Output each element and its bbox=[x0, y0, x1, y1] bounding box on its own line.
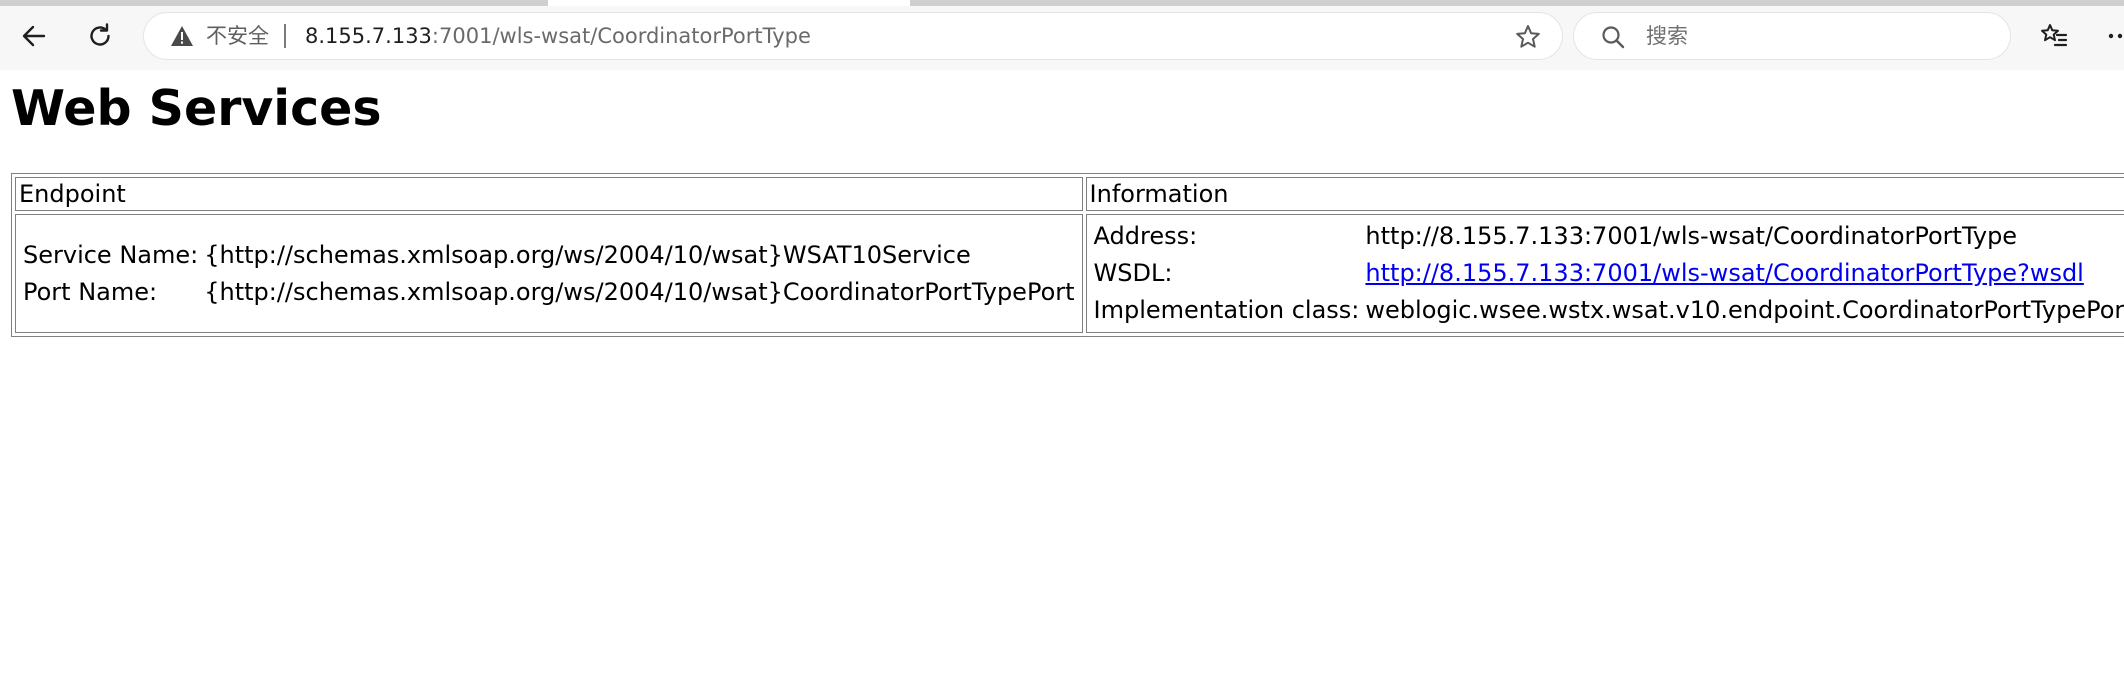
browser-toolbar: 不安全 8.155.7.133:7001/wls-wsat/Coordinato… bbox=[0, 0, 2124, 70]
address-value: http://8.155.7.133:7001/wls-wsat/Coordin… bbox=[1365, 222, 2018, 250]
port-name-value: {http://schemas.xmlsoap.org/ws/2004/10/w… bbox=[204, 277, 1075, 306]
url-path: :7001/wls-wsat/CoordinatorPortType bbox=[431, 24, 811, 48]
implementation-value: weblogic.wsee.wstx.wsat.v10.endpoint.Coo… bbox=[1365, 296, 2124, 324]
search-box[interactable]: 搜索 bbox=[1574, 13, 2010, 59]
header-information: Information bbox=[1085, 177, 2124, 211]
implementation-label: Implementation class: bbox=[1093, 296, 1360, 324]
tab-edge[interactable] bbox=[910, 0, 2124, 6]
url-host: 8.155.7.133 bbox=[305, 24, 432, 48]
wsdl-cell: http://8.155.7.133:7001/wls-wsat/Coordin… bbox=[1363, 256, 2124, 291]
wsdl-label: WSDL: bbox=[1093, 259, 1173, 287]
page-title: Web Services bbox=[11, 80, 382, 137]
more-icon bbox=[2108, 33, 2123, 39]
page-content: Web Services Endpoint Information Servic… bbox=[0, 70, 2124, 681]
star-icon[interactable] bbox=[1514, 23, 1542, 51]
search-input[interactable]: 搜索 bbox=[1646, 22, 1688, 50]
information-cell: Address: http://8.155.7.133:7001/wls-wsa… bbox=[1085, 214, 2124, 333]
implementation-row: Implementation class: weblogic.wsee.wstx… bbox=[1092, 293, 2124, 328]
security-label[interactable]: 不安全 bbox=[206, 22, 269, 50]
service-name-row: Service Name: {http://schemas.xmlsoap.or… bbox=[21, 238, 1077, 273]
url-text[interactable]: 8.155.7.133:7001/wls-wsat/CoordinatorPor… bbox=[305, 22, 811, 50]
endpoint-cell: Service Name: {http://schemas.xmlsoap.or… bbox=[15, 214, 1083, 333]
table-row: Service Name: {http://schemas.xmlsoap.or… bbox=[15, 214, 2124, 333]
back-button[interactable] bbox=[12, 14, 56, 58]
port-name-label: Port Name: bbox=[23, 277, 158, 306]
back-arrow-icon bbox=[22, 25, 46, 47]
favorites-icon bbox=[2041, 24, 2068, 47]
refresh-icon bbox=[90, 23, 110, 46]
information-details: Address: http://8.155.7.133:7001/wls-wsa… bbox=[1090, 217, 2124, 330]
wsdl-row: WSDL: http://8.155.7.133:7001/wls-wsat/C… bbox=[1092, 256, 2124, 291]
address-label: Address: bbox=[1093, 222, 1198, 250]
header-endpoint: Endpoint bbox=[15, 177, 1083, 211]
more-button[interactable] bbox=[2098, 14, 2124, 58]
search-icon bbox=[1602, 26, 1625, 49]
address-bar[interactable]: 不安全 8.155.7.133:7001/wls-wsat/Coordinato… bbox=[144, 13, 1562, 59]
favorites-button[interactable] bbox=[2032, 14, 2076, 58]
tab-edge[interactable] bbox=[0, 0, 548, 6]
wsdl-link[interactable]: http://8.155.7.133:7001/wls-wsat/Coordin… bbox=[1365, 259, 2083, 287]
table-header-row: Endpoint Information bbox=[15, 177, 2124, 211]
address-row: Address: http://8.155.7.133:7001/wls-wsa… bbox=[1092, 219, 2124, 254]
web-services-table: Endpoint Information Service Name: {http… bbox=[11, 173, 2124, 337]
service-name-label: Service Name: bbox=[23, 240, 199, 269]
warning-icon[interactable] bbox=[170, 25, 194, 47]
service-name-value: {http://schemas.xmlsoap.org/ws/2004/10/w… bbox=[204, 240, 971, 269]
endpoint-details: Service Name: {http://schemas.xmlsoap.or… bbox=[19, 236, 1079, 312]
address-separator bbox=[284, 24, 286, 48]
refresh-button[interactable] bbox=[78, 14, 122, 58]
tab-strip bbox=[0, 0, 2124, 6]
port-name-row: Port Name: {http://schemas.xmlsoap.org/w… bbox=[21, 275, 1077, 310]
